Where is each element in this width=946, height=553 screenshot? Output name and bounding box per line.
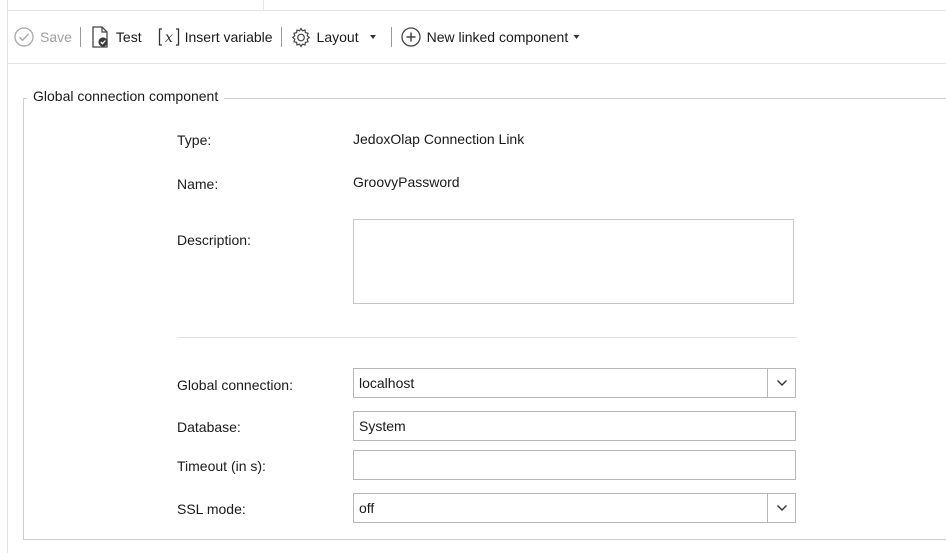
- caret-down-icon[interactable]: [570, 30, 584, 44]
- ssl-mode-value: off: [359, 500, 375, 516]
- gear-icon: [291, 27, 310, 48]
- global-connection-label: Global connection:: [177, 377, 293, 393]
- chevron-down-icon: [776, 380, 787, 386]
- timeout-label: Timeout (in s):: [177, 458, 266, 474]
- insert-variable-label: Insert variable: [184, 29, 273, 45]
- variable-x-icon: x: [158, 28, 179, 46]
- global-connection-value: localhost: [359, 375, 415, 391]
- group-legend: Global connection component: [27, 88, 225, 104]
- tab-strip-divider: [263, 0, 264, 11]
- test-button[interactable]: Test: [89, 22, 142, 52]
- save-button[interactable]: Save: [13, 22, 72, 52]
- database-value: System: [359, 418, 406, 434]
- frame-left-border: [7, 0, 8, 553]
- database-input[interactable]: System: [353, 411, 796, 441]
- caret-down-icon[interactable]: [361, 30, 383, 44]
- type-label: Type:: [177, 132, 212, 148]
- toolbar-separator: [390, 27, 392, 47]
- layout-button[interactable]: Layout: [290, 22, 383, 52]
- name-label: Name:: [177, 176, 219, 192]
- new-linked-component-button[interactable]: New linked component: [400, 22, 585, 52]
- svg-text:x: x: [165, 30, 173, 46]
- dropdown-button[interactable]: [767, 494, 795, 522]
- insert-variable-button[interactable]: x Insert variable: [157, 22, 273, 52]
- global-connection-select[interactable]: localhost: [353, 368, 796, 398]
- ssl-mode-select[interactable]: off: [353, 493, 796, 523]
- name-value: GroovyPassword: [353, 174, 460, 190]
- toolbar: Save Test x Insert variable Layout New l…: [8, 11, 946, 64]
- database-label: Database:: [177, 419, 241, 435]
- type-value: JedoxOlap Connection Link: [353, 131, 525, 147]
- test-label: Test: [115, 29, 142, 45]
- timeout-input[interactable]: [353, 450, 796, 480]
- save-label: Save: [40, 29, 72, 45]
- description-textarea[interactable]: [353, 219, 794, 304]
- chevron-down-icon: [776, 505, 787, 511]
- toolbar-separator: [280, 27, 282, 47]
- description-label: Description:: [177, 232, 251, 248]
- save-check-icon: [14, 27, 34, 47]
- plus-circle-icon: [400, 27, 421, 47]
- test-document-icon: [92, 26, 108, 48]
- dropdown-button[interactable]: [767, 369, 795, 397]
- ssl-mode-label: SSL mode:: [177, 501, 246, 517]
- new-linked-component-label: New linked component: [426, 29, 569, 45]
- toolbar-separator: [79, 27, 81, 47]
- section-divider: [177, 337, 797, 338]
- layout-label: Layout: [316, 29, 359, 45]
